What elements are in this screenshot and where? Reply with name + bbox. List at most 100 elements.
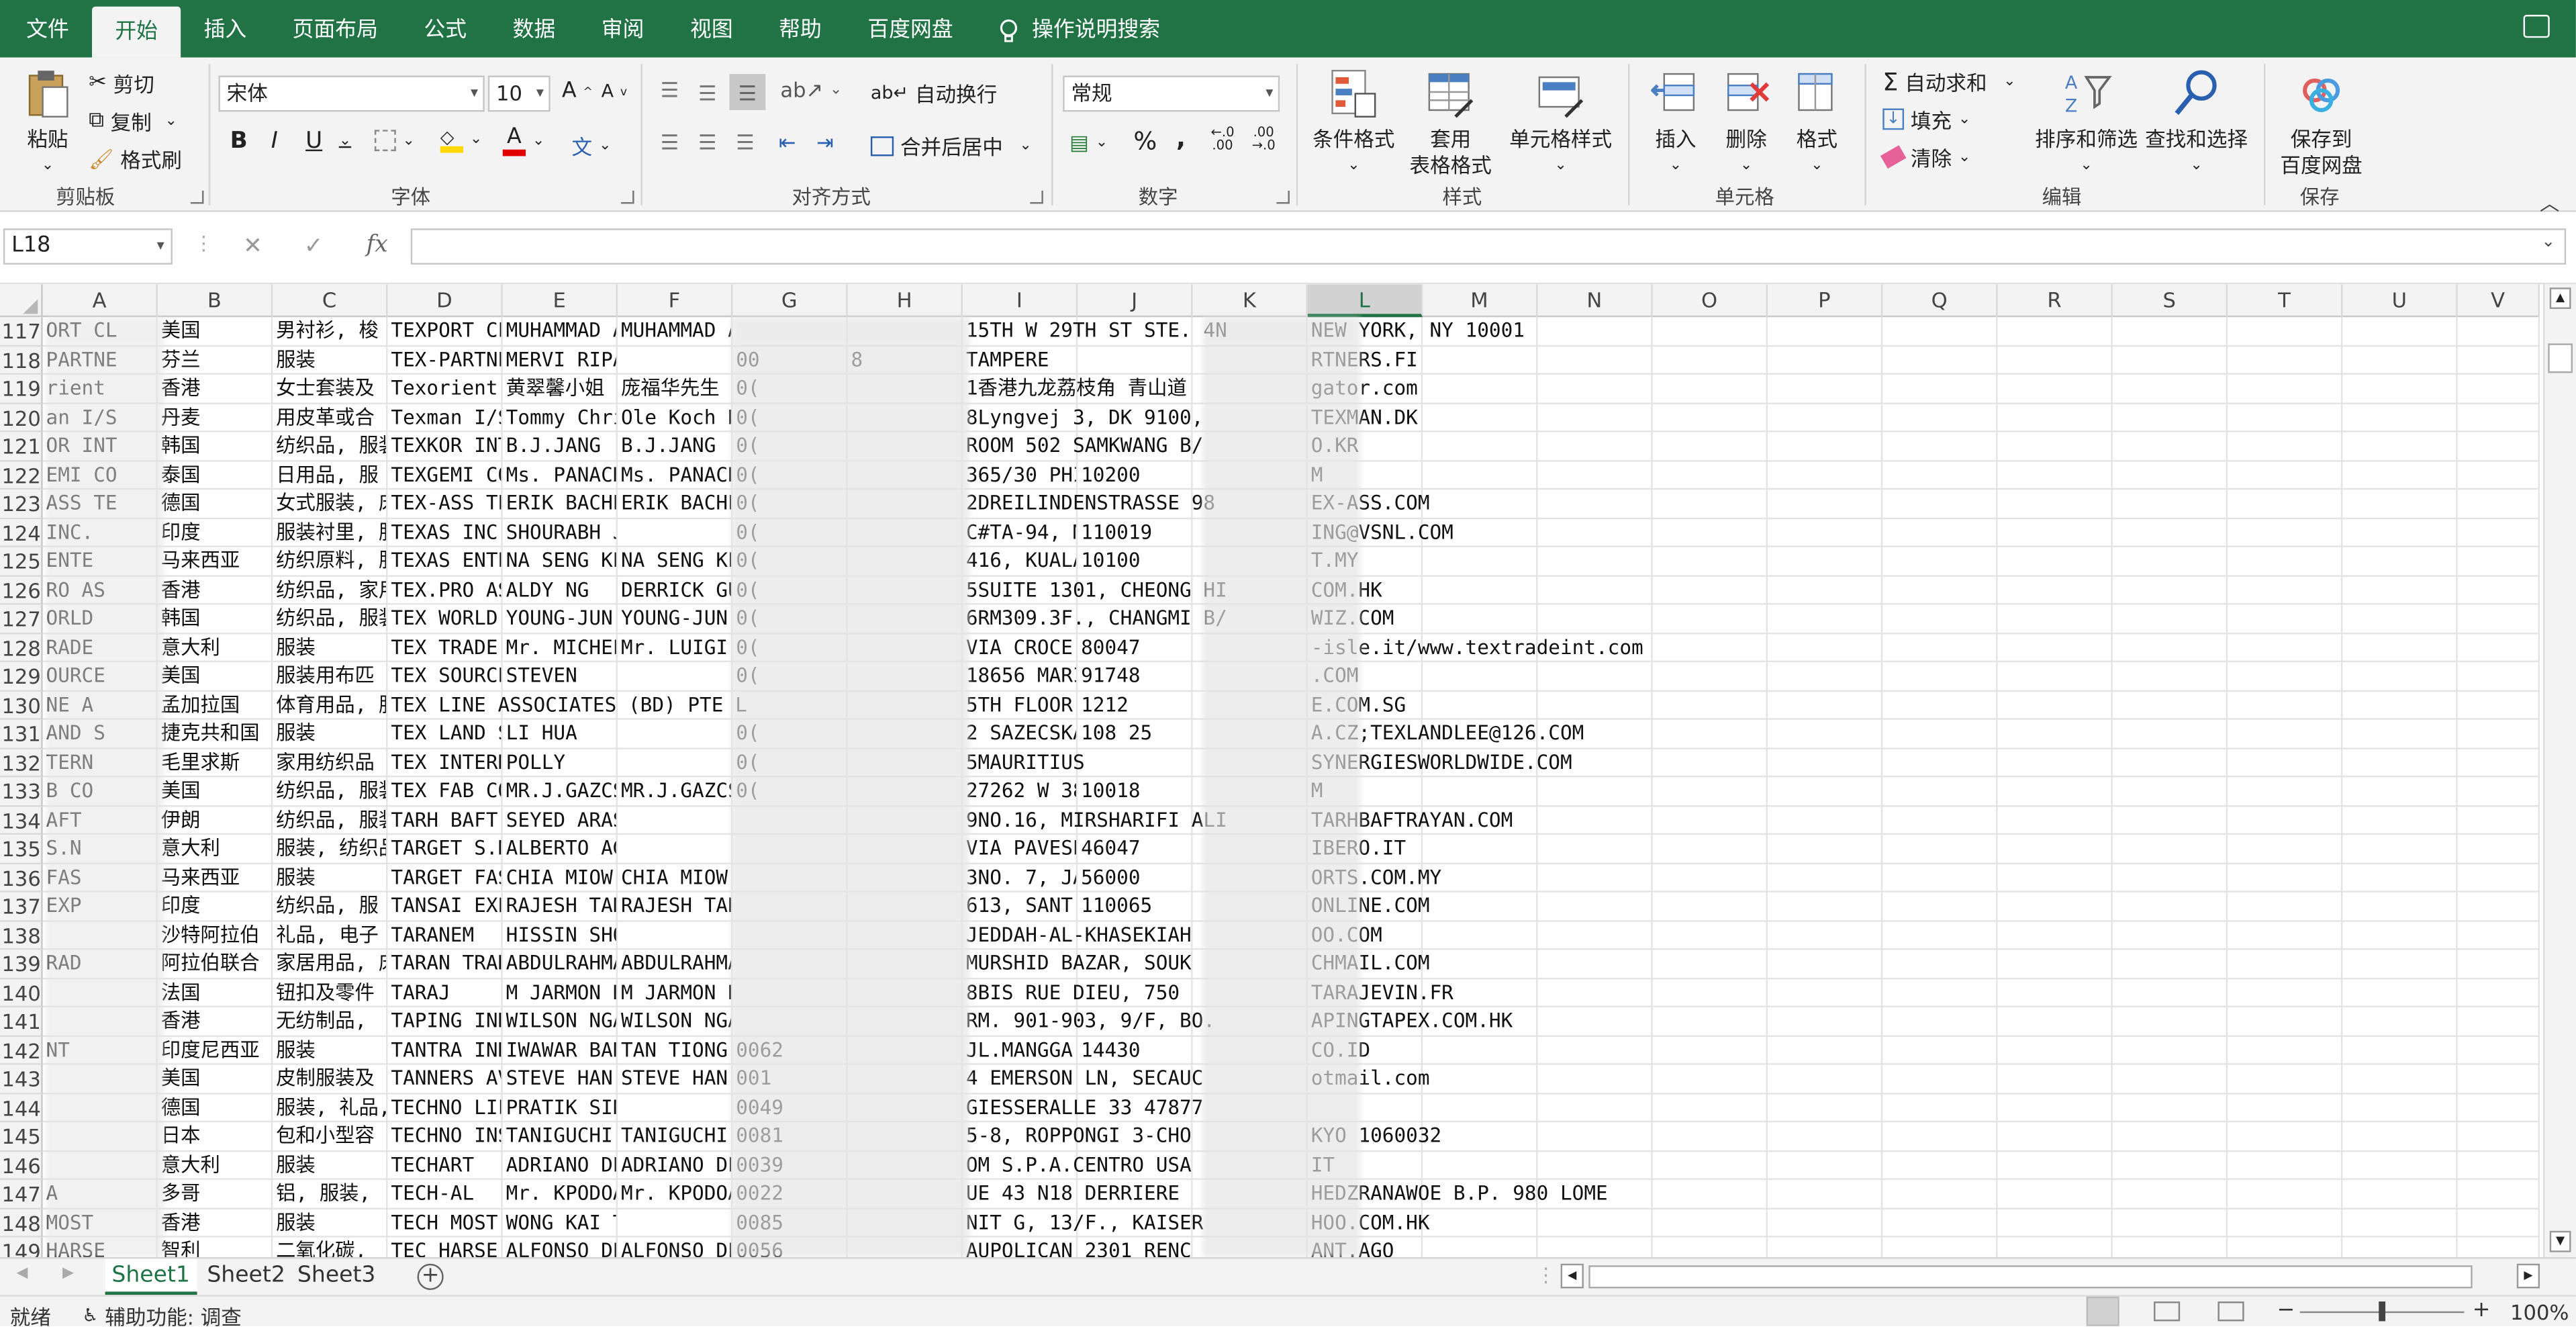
- column-header-a[interactable]: A: [43, 284, 158, 318]
- accounting-format-button[interactable]: ▤ ⌄: [1069, 130, 1108, 154]
- merge-center-button[interactable]: 合并后居中 ⌄: [870, 130, 1032, 161]
- worksheet-grid[interactable]: ABCDEFGHIJKLMNOPQRSTUV ORT CL美国男衬衫, 梭TEX…: [0, 284, 2540, 1257]
- cell-i[interactable]: JEDDAH-AL-KHASEKIAH: [966, 921, 1192, 950]
- cell-b[interactable]: 马来西亚: [161, 547, 271, 576]
- cell-i[interactable]: 15TH W 29TH ST STE. 4N: [966, 317, 1227, 346]
- font-color-button[interactable]: A ⌄: [502, 126, 544, 156]
- cell-e[interactable]: SEYED ARASH AMINI: [506, 806, 616, 835]
- cell-d[interactable]: TECHNO INS: [391, 1122, 501, 1151]
- cell-i[interactable]: 3NO. 7, JALA: [966, 864, 1076, 893]
- row-header[interactable]: 122: [0, 461, 43, 490]
- cell-c[interactable]: 铝, 服装,: [276, 1180, 386, 1209]
- cell-f[interactable]: TANIGUCHI,: [621, 1122, 731, 1151]
- zoom-out-button[interactable]: −: [2277, 1298, 2295, 1323]
- cell-e[interactable]: ALBERTO AGOSTELLI: [506, 835, 616, 864]
- cell-c[interactable]: 服装: [276, 346, 386, 375]
- cell-b[interactable]: 美国: [161, 1065, 271, 1094]
- row-header[interactable]: 133: [0, 777, 43, 807]
- column-header-n[interactable]: N: [1537, 284, 1653, 318]
- cell-e[interactable]: MERVI RIPATTI: [506, 346, 616, 375]
- fill-color-button[interactable]: ◇ ⌄: [440, 126, 482, 153]
- cell-e[interactable]: YOUNG-JUN,: [506, 604, 616, 633]
- vertical-scroll-thumb[interactable]: [2548, 343, 2573, 373]
- cell-b[interactable]: 智利: [161, 1238, 271, 1257]
- cell-c[interactable]: 服装, 纺织品: [276, 835, 386, 864]
- prev-sheet-arrow-icon[interactable]: ◀: [16, 1265, 28, 1281]
- row-header[interactable]: 143: [0, 1064, 43, 1094]
- row-header[interactable]: 136: [0, 863, 43, 893]
- column-header-e[interactable]: E: [503, 284, 618, 318]
- row-header[interactable]: 127: [0, 604, 43, 634]
- row-header[interactable]: 124: [0, 518, 43, 547]
- cell-b[interactable]: 日本: [161, 1122, 271, 1151]
- cell-c[interactable]: 皮制服装及: [276, 1065, 386, 1094]
- column-header-v[interactable]: V: [2458, 284, 2540, 318]
- cell-e[interactable]: M JARMON D: [506, 978, 616, 1007]
- accessibility-status[interactable]: ♿ 辅助功能: 调查: [82, 1300, 242, 1326]
- cell-f[interactable]: [621, 1093, 731, 1122]
- cell-j[interactable]: 91748: [1081, 662, 1191, 691]
- cell-c[interactable]: 服装: [276, 633, 386, 662]
- cell-b[interactable]: 印度: [161, 518, 271, 547]
- row-header[interactable]: 132: [0, 748, 43, 778]
- cell-d[interactable]: TEXAS ENTE: [391, 547, 501, 576]
- font-launcher-icon[interactable]: [620, 190, 634, 204]
- expand-formula-icon[interactable]: ⌄: [2542, 233, 2556, 251]
- cell-i[interactable]: 5TH FLOOR,: [966, 691, 1076, 720]
- tab-page-layout[interactable]: 页面布局: [269, 3, 401, 58]
- row-header[interactable]: 139: [0, 950, 43, 979]
- cell-b[interactable]: 伊朗: [161, 806, 271, 835]
- row-header[interactable]: 148: [0, 1208, 43, 1238]
- select-all-corner[interactable]: [0, 284, 43, 318]
- row-header[interactable]: 138: [0, 921, 43, 950]
- cell-i[interactable]: 613, SANT N: [966, 893, 1076, 921]
- cell-e[interactable]: STEVEN: [506, 662, 616, 691]
- number-format-select[interactable]: 常规 ▾: [1063, 75, 1280, 112]
- cell-f[interactable]: Ole Koch H: [621, 404, 731, 432]
- cell-e[interactable]: B.J.JANG: [506, 432, 616, 461]
- cell-c[interactable]: 服装用布匹: [276, 662, 386, 691]
- cell-e[interactable]: Mr. MICHEL: [506, 633, 616, 662]
- cell-b[interactable]: 丹麦: [161, 404, 271, 432]
- cell-e[interactable]: WONG KAI TAK: [506, 1209, 616, 1238]
- cell-i[interactable]: C#TA-94, MAI: [966, 518, 1076, 547]
- row-header[interactable]: 142: [0, 1036, 43, 1065]
- row-header[interactable]: 117: [0, 317, 43, 347]
- row-header[interactable]: 118: [0, 346, 43, 375]
- cell-j[interactable]: 10200: [1081, 461, 1191, 490]
- cell-e[interactable]: MR.J.GAZCS: [506, 777, 616, 806]
- cell-c[interactable]: 纺织品, 服装: [276, 777, 386, 806]
- cell-e[interactable]: IWAWAR BAN: [506, 1036, 616, 1065]
- cell-d[interactable]: TARAJ: [391, 978, 501, 1007]
- insert-cells-button[interactable]: 插入 ⌄: [1646, 67, 1705, 179]
- cell-e[interactable]: Mr. KPODOA: [506, 1180, 616, 1209]
- cell-d[interactable]: TEX-PARTNE: [391, 346, 501, 375]
- cell-i[interactable]: 5-8, ROPPONGI 3-CHO: [966, 1122, 1192, 1151]
- alignment-launcher-icon[interactable]: [1030, 190, 1043, 204]
- cell-c[interactable]: 体育用品, 服: [276, 691, 386, 720]
- cell-d[interactable]: TEX FAB CO: [391, 777, 501, 806]
- column-header-f[interactable]: F: [618, 284, 733, 318]
- cell-j[interactable]: 46047: [1081, 835, 1191, 864]
- cell-i[interactable]: 2DREILINDENSTRASSE 98: [966, 490, 1215, 518]
- cell-i[interactable]: 9NO.16, MIRSHARIFI ALI: [966, 806, 1227, 835]
- cell-c[interactable]: 女士套装及: [276, 375, 386, 404]
- row-header[interactable]: 147: [0, 1179, 43, 1209]
- cell-i[interactable]: 6RM309.3F., CHANGMI B/: [966, 604, 1227, 633]
- cell-e[interactable]: Tommy Chri: [506, 404, 616, 432]
- cell-f[interactable]: ADRIANO DE: [621, 1151, 731, 1180]
- column-header-h[interactable]: H: [848, 284, 963, 318]
- cell-b[interactable]: 香港: [161, 1209, 271, 1238]
- tab-help[interactable]: 帮助: [756, 3, 845, 58]
- cell-i[interactable]: UE 43 N18 DERRIERE: [966, 1180, 1180, 1209]
- name-box[interactable]: L18 ▾: [3, 228, 173, 265]
- tab-baidu[interactable]: 百度网盘: [845, 3, 976, 58]
- cell-c[interactable]: 纺织品, 服装: [276, 604, 386, 633]
- cell-f[interactable]: YOUNG-JUN,: [621, 604, 731, 633]
- tab-view[interactable]: 视图: [667, 3, 756, 58]
- cell-b[interactable]: 多哥: [161, 1180, 271, 1209]
- column-header-b[interactable]: B: [158, 284, 273, 318]
- row-header[interactable]: 130: [0, 690, 43, 720]
- cell-f[interactable]: [621, 518, 731, 547]
- add-sheet-button[interactable]: +: [417, 1263, 444, 1290]
